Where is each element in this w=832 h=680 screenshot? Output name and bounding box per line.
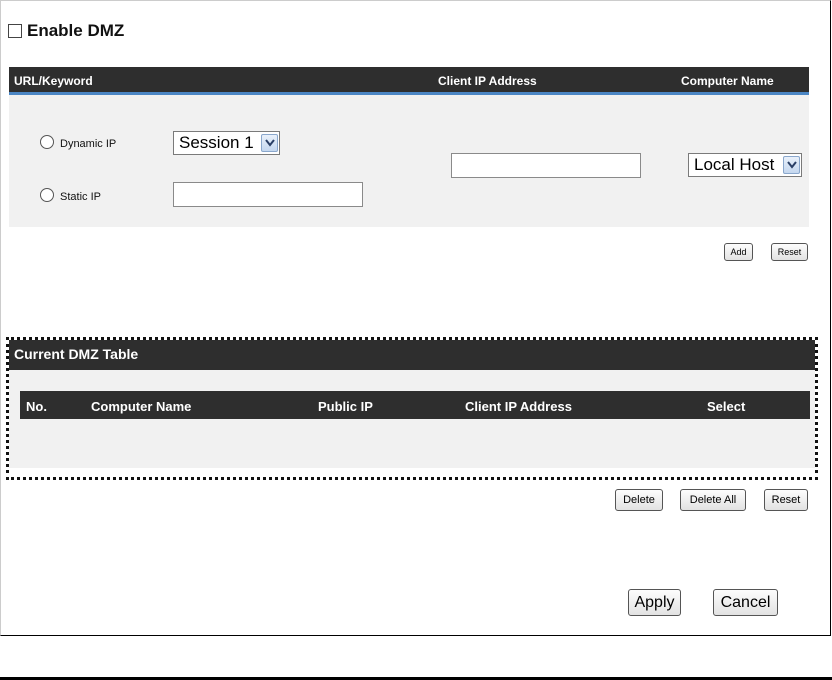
enable-dmz-row[interactable]: Enable DMZ bbox=[8, 21, 124, 41]
form-header-bar: URL/Keyword Client IP Address Computer N… bbox=[9, 67, 809, 95]
chevron-down-icon bbox=[783, 156, 800, 174]
delete-button[interactable]: Delete bbox=[615, 489, 663, 511]
table-reset-button[interactable]: Reset bbox=[764, 489, 808, 511]
enable-dmz-label: Enable DMZ bbox=[27, 21, 125, 40]
enable-dmz-checkbox[interactable] bbox=[8, 24, 22, 38]
static-ip-label: Static IP bbox=[60, 191, 101, 203]
add-button[interactable]: Add bbox=[724, 243, 753, 261]
header-client-ip: Client IP Address bbox=[438, 74, 537, 88]
dynamic-ip-label: Dynamic IP bbox=[60, 138, 117, 150]
static-ip-input[interactable] bbox=[173, 182, 363, 207]
header-url-keyword: URL/Keyword bbox=[14, 74, 93, 88]
cancel-button[interactable]: Cancel bbox=[713, 589, 778, 616]
form-reset-button[interactable]: Reset bbox=[771, 243, 808, 261]
form-panel: Dynamic IP Session 1 Static IP Local Hos… bbox=[9, 95, 809, 227]
client-ip-input[interactable] bbox=[451, 153, 641, 178]
session-select-value: Session 1 bbox=[179, 133, 254, 152]
header-computer-name: Computer Name bbox=[681, 74, 774, 88]
computer-select-value: Local Host bbox=[694, 155, 775, 174]
delete-all-button[interactable]: Delete All bbox=[680, 489, 746, 511]
apply-button[interactable]: Apply bbox=[628, 589, 681, 616]
dmz-highlight-border bbox=[6, 337, 818, 480]
static-ip-radio[interactable] bbox=[40, 188, 54, 202]
dynamic-ip-radio[interactable] bbox=[40, 135, 54, 149]
session-select[interactable]: Session 1 bbox=[173, 131, 280, 155]
computer-name-select[interactable]: Local Host bbox=[688, 153, 802, 177]
chevron-down-icon bbox=[261, 134, 278, 152]
